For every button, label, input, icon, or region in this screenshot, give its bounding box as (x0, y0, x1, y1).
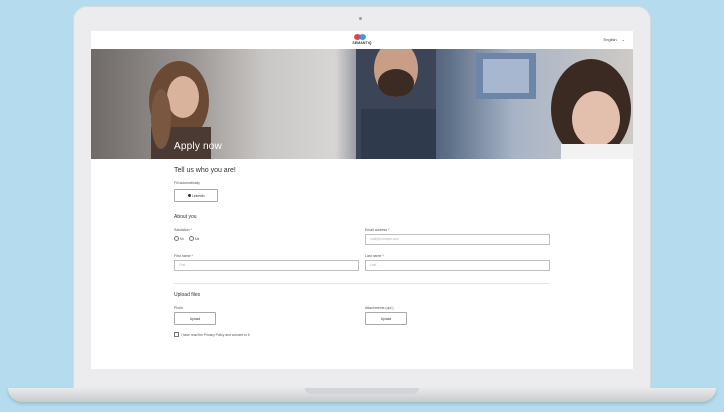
salutation-label: Salutation * (174, 228, 192, 232)
chevron-down-icon: ⌄ (621, 37, 625, 42)
linkedin-button-label: LinkedIn (192, 193, 205, 198)
form-heading: Tell us who you are! (174, 167, 236, 174)
first-name-field[interactable]: First (174, 260, 359, 271)
logo-icon (354, 34, 370, 40)
email-label: Email address * (365, 228, 390, 232)
language-selector[interactable]: English ⌄ (604, 37, 625, 42)
email-field[interactable]: mail@example.com (365, 234, 550, 245)
last-name-field[interactable]: Last (365, 260, 550, 271)
upload-section-title: Upload files (174, 292, 201, 298)
consent-checkbox[interactable] (174, 332, 179, 337)
linkedin-fill-button[interactable]: LinkedIn (174, 189, 218, 202)
site-header: SEMANTiQ English ⌄ (91, 31, 633, 49)
browser-screen: SEMANTiQ English ⌄ Apply now Tell us who… (91, 31, 633, 369)
fill-automatically-label: Fill automatically (174, 181, 200, 185)
laptop-notch (305, 388, 419, 394)
attachments-upload-button[interactable]: Upload (365, 312, 407, 325)
application-form: Tell us who you are! Fill automatically … (91, 159, 633, 369)
salutation-radio-mr[interactable]: Mr (174, 236, 184, 241)
hero-title: Apply now (174, 141, 222, 152)
hero-banner: Apply now (91, 49, 633, 159)
last-name-label: Last name * (365, 254, 384, 258)
linkedin-icon (187, 194, 191, 197)
first-name-label: First name * (174, 254, 193, 258)
privacy-consent[interactable]: I have read the Privacy Policy and conse… (174, 332, 250, 337)
photo-upload-button[interactable]: Upload (174, 312, 216, 325)
site-logo[interactable]: SEMANTiQ (349, 34, 375, 47)
section-divider (174, 283, 550, 284)
consent-text: I have read the Privacy Policy and conse… (181, 332, 250, 337)
attachments-label: Attachments (opt.) (365, 306, 394, 310)
language-label: English (603, 37, 617, 42)
salutation-radio-ms[interactable]: Ms (188, 236, 199, 241)
hero-photo (149, 49, 633, 159)
salutation-radio-group: Mr Ms (174, 236, 199, 241)
about-section-title: About you (174, 214, 197, 220)
photo-label: Photo (174, 306, 184, 310)
logo-text: SEMANTiQ (352, 41, 372, 45)
webcam (359, 17, 362, 20)
